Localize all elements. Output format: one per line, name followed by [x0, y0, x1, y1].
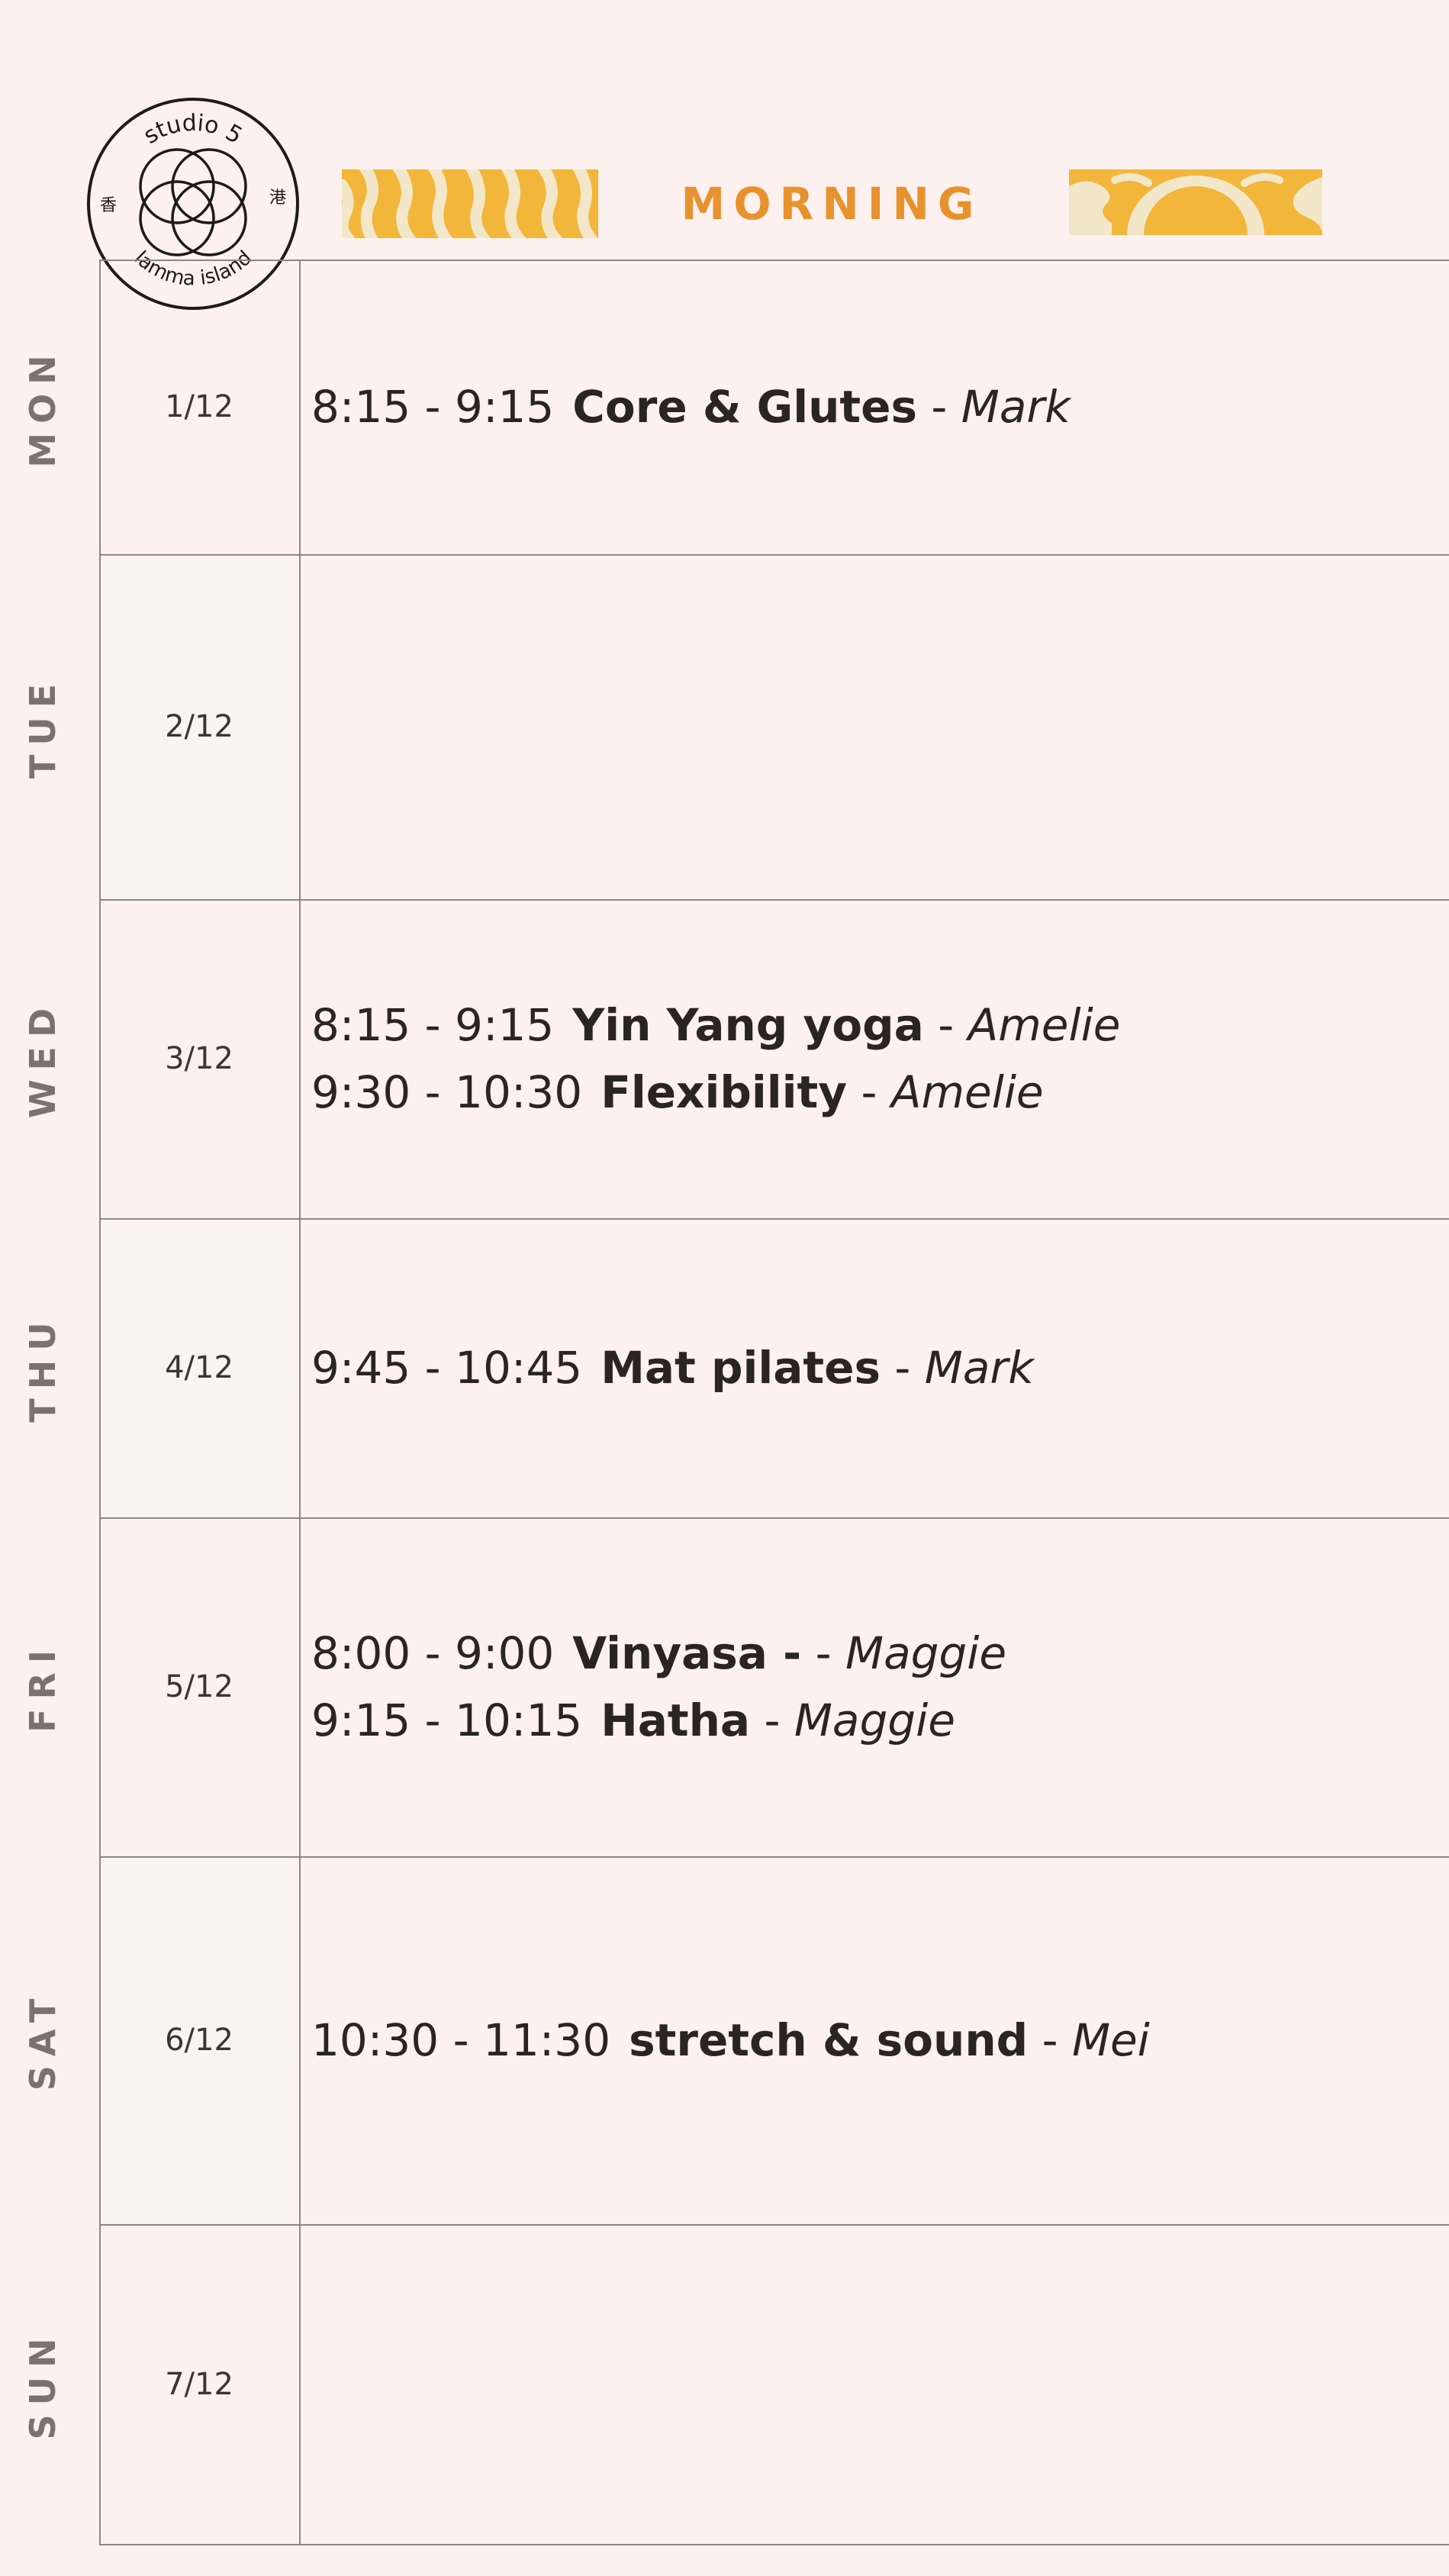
day-classes: 10:30 - 11:30 stretch & sound - Mei	[311, 1856, 1449, 2224]
day-label-text: THU	[22, 1313, 63, 1423]
class-entry: 10:30 - 11:30 stretch & sound - Mei	[311, 2007, 1449, 2074]
day-label: MON	[0, 260, 85, 554]
section-title: MORNING	[681, 178, 983, 230]
class-time: 9:45 - 10:45	[311, 1342, 583, 1394]
date-cell: 3/12	[165, 1041, 233, 1076]
class-separator: -	[847, 1066, 891, 1118]
class-separator: -	[916, 381, 961, 433]
class-time: 8:15 - 9:15	[311, 999, 555, 1051]
class-entry: 9:15 - 10:15 Hatha - Maggie	[311, 1687, 1449, 1754]
day-classes: 8:15 - 9:15 Core & Glutes - Mark	[311, 260, 1449, 554]
class-name: Yin Yang yoga	[572, 999, 924, 1051]
day-label: SUN	[0, 2224, 85, 2544]
class-name: Vinyasa -	[572, 1627, 802, 1679]
class-time: 9:30 - 10:30	[311, 1066, 583, 1118]
date-cell: 6/12	[165, 2023, 233, 2058]
class-teacher: Mark	[961, 381, 1071, 433]
class-name: stretch & sound	[629, 2014, 1029, 2066]
class-separator: -	[750, 1694, 794, 1746]
date-cell: 2/12	[165, 709, 233, 744]
date-cell: 1/12	[165, 389, 233, 424]
day-classes	[311, 2224, 1449, 2544]
class-entry: 8:15 - 9:15 Yin Yang yoga - Amelie	[311, 991, 1449, 1059]
day-classes: 9:45 - 10:45 Mat pilates - Mark	[311, 1218, 1449, 1517]
logo-char-left: 香	[100, 196, 117, 215]
day-label: THU	[0, 1218, 85, 1517]
sun-banner-icon	[1069, 169, 1322, 235]
row-divider	[99, 2544, 1449, 2545]
class-entry: 9:30 - 10:30 Flexibility - Amelie	[311, 1059, 1449, 1126]
date-cell: 7/12	[165, 2366, 233, 2402]
class-teacher: Mei	[1071, 2014, 1150, 2066]
class-entry: 8:00 - 9:00 Vinyasa - - Maggie	[311, 1620, 1449, 1687]
day-classes: 8:00 - 9:00 Vinyasa - - Maggie 9:15 - 10:1…	[311, 1517, 1449, 1856]
day-label-text: FRI	[22, 1641, 63, 1733]
class-entry: 8:15 - 9:15 Core & Glutes - Mark	[311, 373, 1449, 440]
class-teacher: Amelie	[968, 999, 1121, 1051]
class-teacher: Amelie	[890, 1066, 1044, 1118]
day-label-text: WED	[22, 998, 63, 1119]
logo-char-right: 港	[269, 189, 286, 208]
class-entry: 9:45 - 10:45 Mat pilates - Mark	[311, 1334, 1449, 1401]
column-divider	[99, 260, 101, 2544]
day-label-text: SUN	[22, 2329, 63, 2439]
class-teacher: Mark	[924, 1342, 1034, 1394]
day-label: WED	[0, 899, 85, 1218]
date-cell: 4/12	[165, 1350, 233, 1385]
class-name: Mat pilates	[601, 1342, 881, 1394]
class-separator: -	[1028, 2014, 1072, 2066]
date-cell: 5/12	[165, 1669, 233, 1704]
class-name: Core & Glutes	[572, 381, 917, 433]
class-time: 9:15 - 10:15	[311, 1694, 583, 1746]
day-label: FRI	[0, 1517, 85, 1856]
class-name: Hatha	[601, 1694, 751, 1746]
day-label-text: SAT	[22, 1989, 63, 2091]
day-classes	[311, 554, 1449, 899]
class-separator: -	[801, 1627, 846, 1679]
waves-banner-icon	[342, 169, 598, 238]
day-label-text: MON	[22, 346, 63, 468]
day-label-text: TUE	[22, 674, 63, 779]
day-label: SAT	[0, 1856, 85, 2224]
class-teacher: Maggie	[794, 1694, 955, 1746]
logo-studio-name: studio 5	[139, 110, 246, 150]
column-divider	[299, 260, 301, 2544]
class-time: 8:00 - 9:00	[311, 1627, 555, 1679]
class-time: 8:15 - 9:15	[311, 381, 555, 433]
day-label: TUE	[0, 554, 85, 899]
class-time: 10:30 - 11:30	[311, 2014, 611, 2066]
class-teacher: Maggie	[845, 1627, 1007, 1679]
class-separator: -	[923, 999, 968, 1051]
class-name: Flexibility	[601, 1066, 848, 1118]
schedule-grid: 1/12 8:15 - 9:15 Core & Glutes - Mark 2/12 3…	[99, 260, 1449, 2545]
class-separator: -	[880, 1342, 925, 1394]
day-classes: 8:15 - 9:15 Yin Yang yoga - Amelie 9:30 - …	[311, 899, 1449, 1218]
